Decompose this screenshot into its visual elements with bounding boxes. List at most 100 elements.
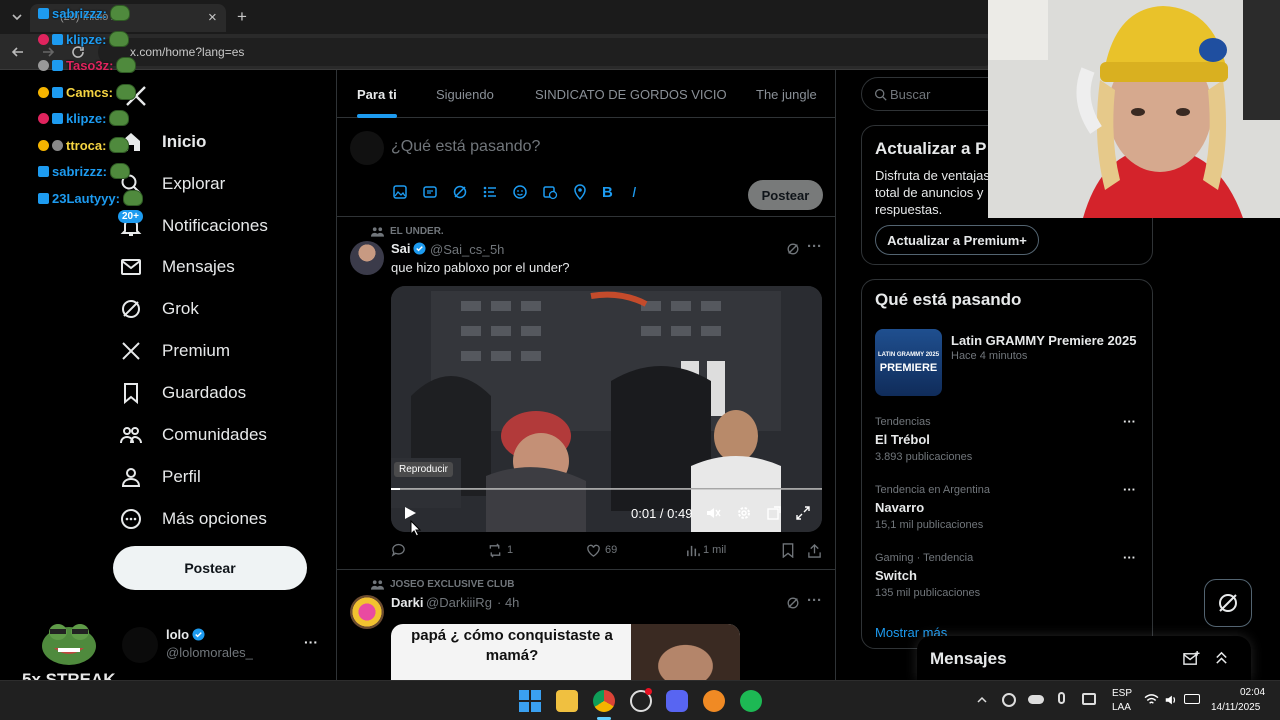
avatar[interactable] [350, 595, 384, 629]
trend-more-icon[interactable]: ··· [1123, 414, 1136, 429]
language-top[interactable]: ESP [1112, 688, 1132, 699]
post[interactable]: JOSEO EXCLUSIVE CLUB Darki @DarkiiiRg · … [337, 571, 835, 680]
new-message-icon[interactable] [1183, 650, 1200, 667]
discord-icon[interactable] [666, 690, 688, 712]
cloud-icon[interactable] [1028, 695, 1044, 704]
trend-item[interactable]: Tendencias El Trébol 3.893 publicaciones… [875, 414, 1145, 468]
battery-icon[interactable] [1184, 694, 1200, 704]
upgrade-premium-button[interactable]: Actualizar a Premium+ [875, 225, 1039, 255]
bold-icon[interactable]: B [602, 184, 620, 202]
grok-floating-button[interactable] [1204, 579, 1252, 627]
tab-para-ti[interactable]: Para ti [357, 87, 397, 102]
grok-icon[interactable] [786, 596, 800, 610]
event-thumbnail[interactable]: LATIN GRAMMY 2025 PREMIERE [875, 329, 942, 396]
clock-time[interactable]: 02:04 [1240, 687, 1265, 698]
post-community[interactable]: JOSEO EXCLUSIVE CLUB [390, 579, 514, 590]
post-handle[interactable]: @DarkiiiRg [426, 595, 492, 610]
chat-message: klipze: [38, 31, 130, 47]
back-icon[interactable] [10, 44, 26, 60]
mute-icon[interactable] [705, 505, 721, 521]
emoji-icon[interactable] [512, 184, 530, 202]
trend-more-icon[interactable]: ··· [1123, 482, 1136, 497]
post-author-name[interactable]: Sai [391, 241, 411, 256]
sync-icon[interactable] [1002, 693, 1016, 707]
file-explorer-icon[interactable] [556, 690, 578, 712]
microphone-icon[interactable] [1058, 692, 1065, 704]
trend-item[interactable]: Gaming · Tendencia Switch 135 mil public… [875, 550, 1145, 604]
trend-more-icon[interactable]: ··· [1123, 550, 1136, 565]
post-time[interactable]: · 5h [482, 242, 504, 257]
post-time[interactable]: · 4h [497, 595, 519, 610]
volume-icon[interactable] [1164, 693, 1178, 707]
schedule-icon[interactable] [542, 184, 560, 202]
expand-drawer-icon[interactable] [1214, 650, 1229, 665]
windows-start-icon[interactable] [519, 690, 541, 712]
tab-siguiendo[interactable]: Siguiendo [436, 87, 494, 102]
sidebar-item-perfil[interactable]: Perfil [118, 457, 201, 497]
sidebar-item-guardados[interactable]: Guardados [118, 373, 246, 413]
post-button-label: Postear [184, 560, 236, 576]
sidebar-item-mensajes[interactable]: Mensajes [118, 247, 235, 287]
views-chart-icon[interactable] [685, 543, 700, 558]
chat-badge-icon [38, 139, 49, 151]
play-icon[interactable] [403, 506, 417, 520]
fullscreen-icon[interactable] [795, 505, 811, 521]
tab-search-chevron-icon[interactable] [10, 10, 24, 24]
post-handle[interactable]: @Sai_cs_ [430, 242, 489, 257]
reply-icon[interactable] [391, 543, 406, 558]
tab-sindicato[interactable]: SINDICATO DE GORDOS VICIO [535, 87, 727, 102]
sidebar-item-label: Mensajes [162, 257, 235, 276]
sidebar-post-button[interactable]: Postear [113, 546, 307, 590]
share-icon[interactable] [807, 543, 822, 558]
account-switcher[interactable]: lolo @lolomorales_ ··· [120, 622, 325, 666]
grok-icon[interactable] [452, 184, 470, 202]
settings-gear-icon[interactable] [736, 505, 752, 521]
url-field[interactable]: x.com/home?lang=es [98, 38, 998, 66]
compose-input[interactable]: ¿Qué está pasando? [391, 138, 540, 156]
post-more-icon[interactable]: ··· [807, 592, 822, 609]
trend-item[interactable]: Tendencia en Argentina Navarro 15,1 mil … [875, 482, 1145, 536]
grok-icon[interactable] [786, 242, 800, 256]
sidebar-item-premium[interactable]: Premium [118, 331, 230, 371]
fl-studio-icon[interactable] [703, 690, 725, 712]
sidebar-item-mas-opciones[interactable]: Más opciones [118, 499, 267, 539]
bookmark-icon[interactable] [781, 543, 795, 558]
frog-emote-icon [122, 190, 143, 206]
tab-close-icon[interactable]: × [208, 9, 217, 26]
device-icon[interactable] [1082, 693, 1096, 705]
tray-chevron-icon[interactable] [976, 694, 988, 706]
wifi-icon[interactable] [1144, 693, 1159, 706]
spotify-icon[interactable] [740, 690, 762, 712]
compose-post-button[interactable]: Postear [748, 180, 823, 210]
sidebar-item-label: Explorar [162, 174, 226, 193]
video-progress-track[interactable] [391, 488, 822, 490]
account-more-icon[interactable]: ··· [304, 634, 318, 650]
location-icon[interactable] [572, 184, 590, 202]
poll-icon[interactable] [482, 184, 500, 202]
meme-image[interactable]: papá ¿ cómo conquistaste a mamá? [391, 624, 740, 680]
sidebar-item-inicio[interactable]: Inicio [118, 122, 206, 162]
post-community[interactable]: EL UNDER. [390, 226, 444, 237]
clock-date[interactable]: 14/11/2025 [1211, 702, 1260, 713]
tab-the-jungle[interactable]: The jungle [756, 87, 817, 102]
image-icon[interactable] [392, 184, 410, 202]
event-name[interactable]: Latin GRAMMY Premiere 2025 [951, 333, 1136, 348]
gif-icon[interactable] [422, 184, 440, 202]
chrome-icon[interactable] [593, 690, 615, 712]
sidebar-item-grok[interactable]: Grok [118, 289, 199, 329]
language-bottom[interactable]: LAA [1112, 702, 1131, 713]
video-player[interactable]: Reproducir 0:01 / 0:49 [391, 286, 822, 532]
like-heart-icon[interactable] [586, 543, 601, 558]
messages-drawer[interactable]: Mensajes [917, 636, 1251, 680]
post-author-name[interactable]: Darki [391, 595, 424, 610]
repost-icon[interactable] [487, 543, 503, 558]
chat-message: klipze: [38, 110, 130, 126]
chat-user: Camcs: [66, 84, 113, 100]
new-tab-button[interactable]: + [237, 7, 247, 27]
post-more-icon[interactable]: ··· [807, 238, 822, 255]
post[interactable]: EL UNDER. Sai @Sai_cs_ · 5h ··· que hizo… [337, 218, 835, 570]
sidebar-item-comunidades[interactable]: Comunidades [118, 415, 267, 455]
italic-icon[interactable]: I [632, 184, 650, 202]
picture-in-picture-icon[interactable] [766, 505, 782, 521]
avatar[interactable] [350, 241, 384, 275]
